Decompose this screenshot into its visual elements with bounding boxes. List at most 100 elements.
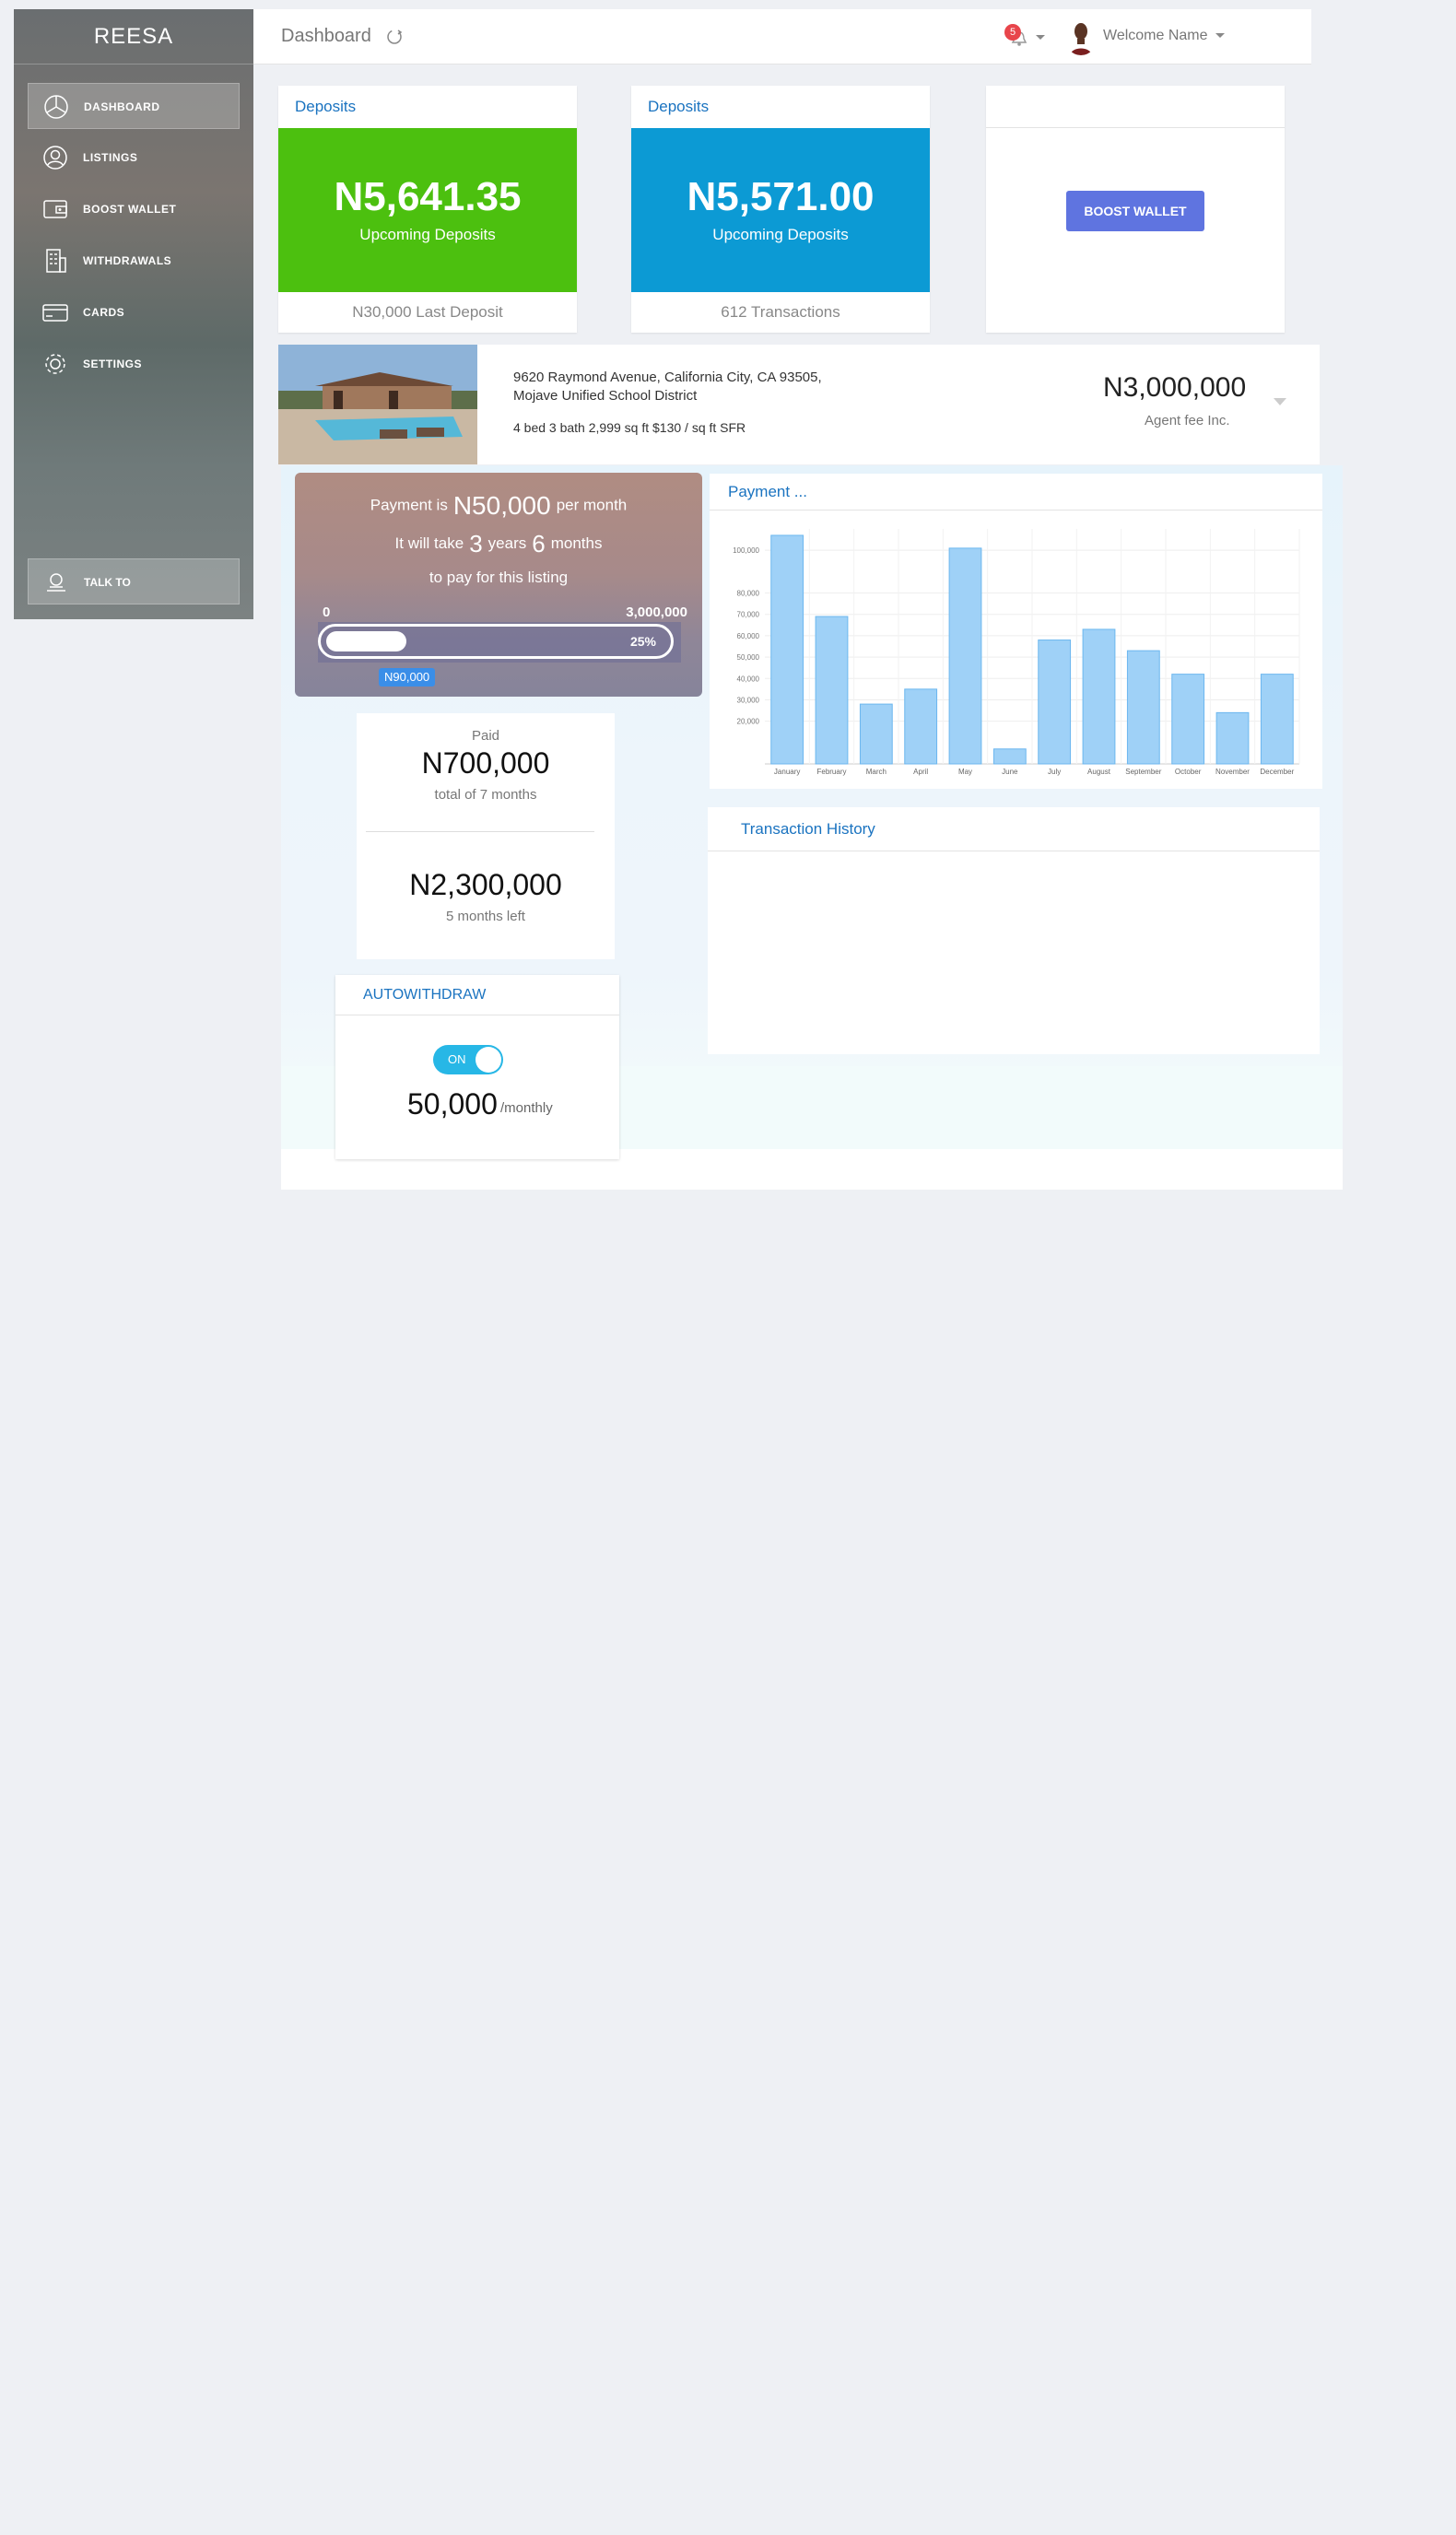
sidebar-item-label: DASHBOARD	[84, 100, 160, 113]
x-tick-label: December	[1260, 768, 1294, 776]
listing-price: N3,000,000	[1103, 372, 1247, 403]
duration-line: It will take 3 years 6 months	[295, 530, 702, 558]
bar-october	[1171, 674, 1205, 765]
talk-to-button[interactable]: TALK TO	[28, 558, 240, 604]
bar-august	[1082, 628, 1116, 765]
sidebar-item-dashboard[interactable]: DASHBOARD	[28, 83, 240, 129]
boost-card: BOOST WALLET	[986, 86, 1285, 333]
y-tick-label: 20,000	[737, 718, 760, 726]
bar-december	[1260, 674, 1294, 765]
sidebar-item-listings[interactable]: LISTINGS	[28, 135, 240, 181]
sidebar-item-label: CARDS	[83, 306, 125, 319]
card-body: N5,641.35 Upcoming Deposits	[278, 128, 577, 292]
sidebar-item-label: LISTINGS	[83, 151, 138, 164]
y-tick-label: 30,000	[737, 696, 760, 704]
gear-icon	[45, 354, 65, 374]
deposits-card: Deposits N5,571.00 Upcoming Deposits 612…	[631, 86, 930, 333]
card-title: Transaction History	[708, 807, 1320, 851]
monthly-payment: N50,000	[452, 491, 551, 520]
years-label: years	[487, 534, 527, 552]
months-label: months	[550, 534, 603, 552]
paid-label: Paid	[471, 728, 500, 744]
bar-may	[948, 547, 982, 765]
bar-september	[1126, 650, 1160, 765]
x-tick-label: June	[1002, 768, 1018, 776]
x-tick-label: April	[913, 768, 928, 776]
talk-to-label: TALK TO	[84, 576, 131, 589]
sidebar-item-withdrawals[interactable]: WITHDRAWALS	[28, 238, 240, 284]
progress-marker: N90,000	[379, 668, 436, 687]
bar-july	[1038, 640, 1072, 765]
progress-fill	[326, 631, 406, 651]
card-title: AUTOWITHDRAW	[335, 975, 619, 1015]
top-header: Dashboard 5 Welcome Name	[253, 9, 1311, 65]
card-title: Payment ...	[710, 474, 1322, 511]
deposits-card: Deposits N5,641.35 Upcoming Deposits N30…	[278, 86, 577, 333]
y-tick-label: 100,000	[733, 546, 759, 555]
y-tick-label: 50,000	[737, 653, 760, 662]
sidebar-item-boost-wallet[interactable]: BOOST WALLET	[28, 186, 240, 232]
chevron-down-icon	[1036, 35, 1045, 40]
listing-summary[interactable]: 9620 Raymond Avenue, California City, CA…	[278, 345, 1320, 464]
deposit-subtitle: Upcoming Deposits	[712, 226, 849, 243]
toggle-knob	[476, 1047, 501, 1073]
notifications-button[interactable]: 5	[1004, 24, 1045, 50]
address-line: Mojave Unified School District	[513, 388, 698, 404]
avatar[interactable]	[1064, 18, 1098, 55]
payment-suffix: per month	[556, 496, 628, 514]
x-tick-label: September	[1125, 768, 1161, 776]
address-line: 9620 Raymond Avenue, California City, CA…	[513, 370, 822, 385]
progress-percent: 25%	[629, 634, 656, 649]
card-header	[986, 86, 1285, 128]
payment-chart-card: Payment ... 20,000 30,000 40,000 50,000 60,0…	[710, 474, 1322, 789]
bar-november	[1215, 711, 1250, 765]
x-tick-label: November	[1215, 768, 1250, 776]
sidebar-item-label: WITHDRAWALS	[83, 254, 172, 267]
agent-fee-note: Agent fee Inc.	[1145, 413, 1230, 428]
sidebar-item-label: BOOST WALLET	[83, 203, 177, 216]
sidebar-item-settings[interactable]: SETTINGS	[28, 341, 240, 387]
listing-specs: 4 bed 3 bath 2,999 sq ft $130 / sq ft SF…	[513, 420, 746, 435]
bar-january	[770, 534, 804, 765]
range-min: 0	[323, 604, 331, 620]
duration-note: to pay for this listing	[429, 569, 569, 586]
y-tick-label: 70,000	[737, 611, 760, 619]
sidebar-nav: DASHBOARD LISTINGS BOOST WALLET WITHDRAW…	[14, 65, 253, 387]
notification-badge: 5	[1004, 24, 1021, 41]
y-tick-label: 80,000	[737, 590, 760, 598]
chevron-down-icon[interactable]	[1274, 398, 1286, 405]
wallet-icon	[43, 200, 67, 218]
listing-address: 9620 Raymond Avenue, California City, CA…	[513, 369, 822, 405]
autowithdraw-card: AUTOWITHDRAW ON 50,000 /monthly	[335, 975, 619, 1159]
sidebar-item-label: SETTINGS	[83, 358, 143, 370]
duration-prefix: It will take	[394, 534, 464, 552]
autowithdraw-toggle[interactable]: ON	[433, 1045, 503, 1074]
x-tick-label: February	[816, 768, 846, 776]
x-tick-label: May	[958, 768, 972, 776]
boost-wallet-button[interactable]: BOOST WALLET	[1066, 191, 1204, 231]
bar-march	[859, 703, 893, 765]
progress-bar: 25%	[318, 624, 674, 659]
pie-chart-icon	[44, 95, 68, 119]
autowithdraw-period: /monthly	[500, 1100, 553, 1116]
paid-summary-card: Paid N700,000 total of 7 months N2,300,0…	[357, 713, 615, 959]
building-icon	[46, 249, 66, 273]
card-footer: 612 Transactions	[721, 303, 840, 321]
sidebar: REESA DASHBOARD LISTINGS BOOST WALLET WI…	[14, 9, 253, 619]
toggle-label: ON	[448, 1052, 466, 1066]
x-tick-label: August	[1087, 768, 1111, 776]
card-footer: N30,000 Last Deposit	[352, 303, 503, 321]
paid-amount: N700,000	[421, 746, 550, 780]
chevron-down-icon	[1215, 33, 1225, 39]
range-max: 3,000,000	[626, 604, 687, 620]
sidebar-item-cards[interactable]: CARDS	[28, 289, 240, 335]
remaining-amount: N2,300,000	[409, 868, 562, 901]
refresh-icon[interactable]	[384, 27, 405, 47]
paid-note: total of 7 months	[434, 787, 537, 803]
payment-line: Payment is N50,000 per month	[295, 491, 702, 521]
brand-logo: REESA	[14, 9, 253, 65]
user-menu[interactable]: Welcome Name	[1103, 28, 1225, 44]
transaction-history-card: Transaction History	[708, 807, 1320, 1054]
months-value: 6	[532, 530, 546, 557]
user-icon	[43, 146, 67, 170]
